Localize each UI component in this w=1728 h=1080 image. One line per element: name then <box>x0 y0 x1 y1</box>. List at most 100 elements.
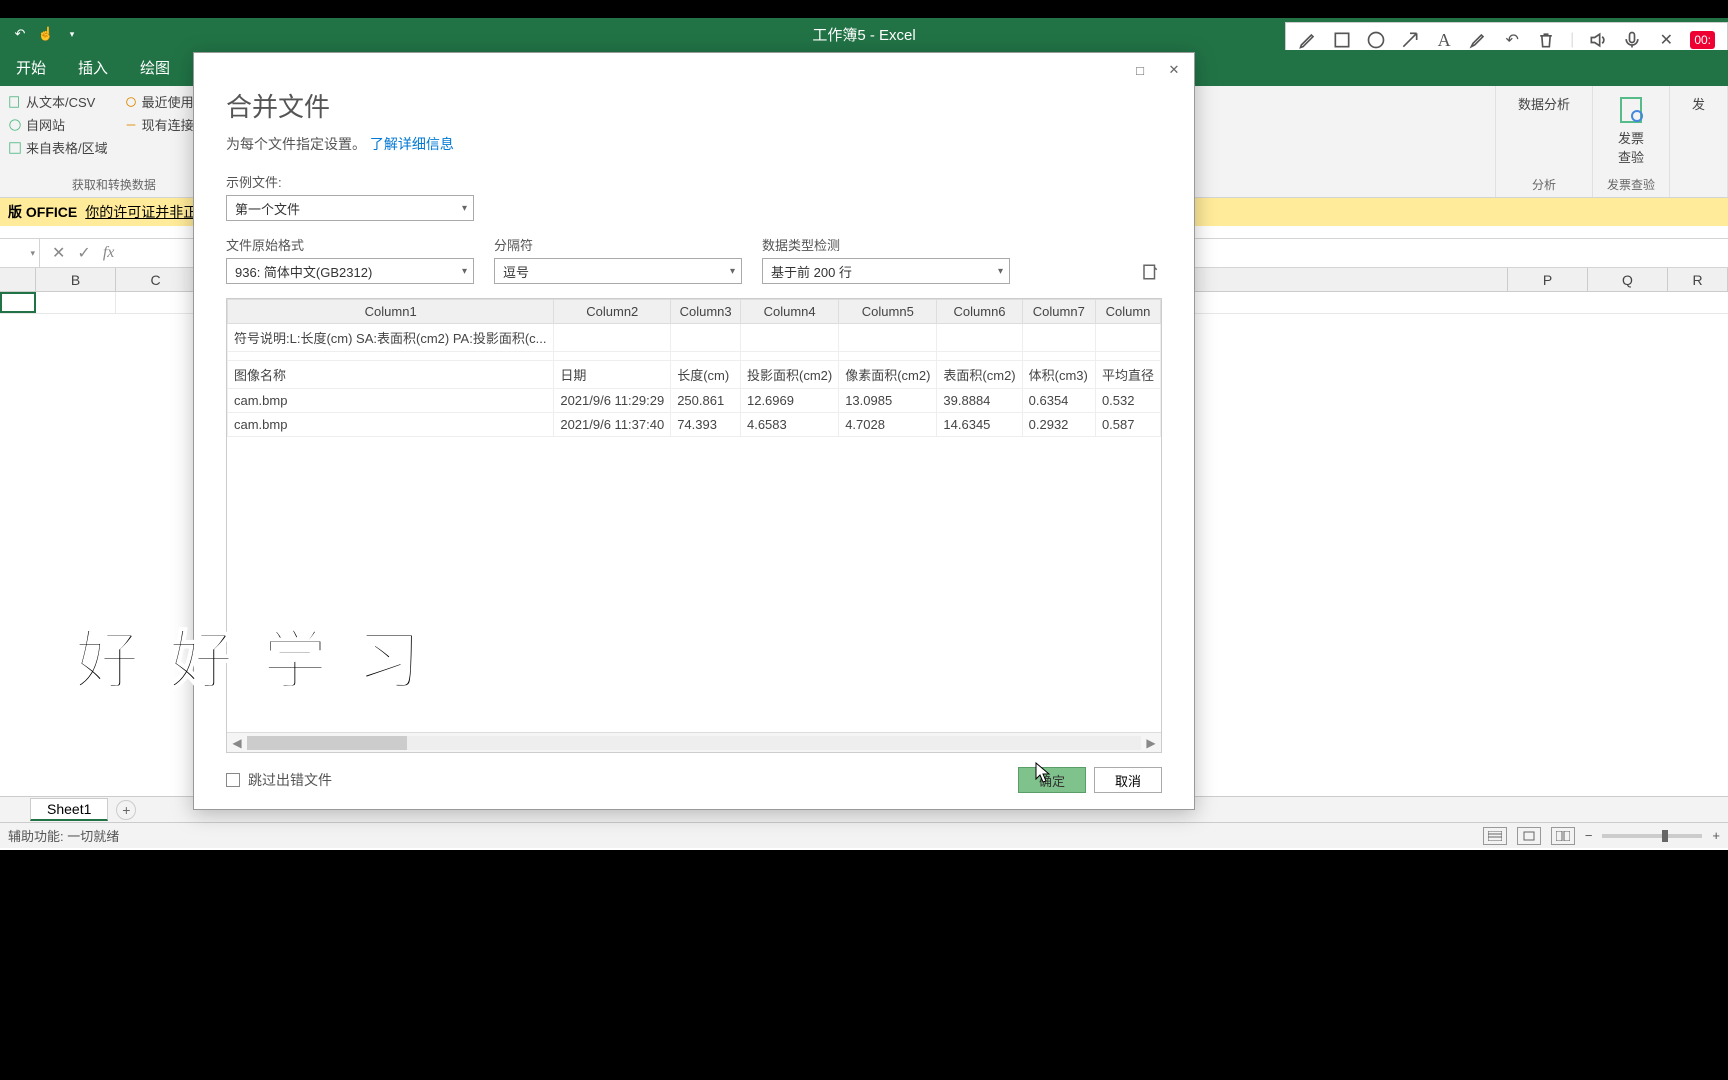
table-row[interactable]: cam.bmp2021/9/6 11:29:29250.86112.696913… <box>228 389 1161 413</box>
table-cell: 4.7028 <box>839 413 937 437</box>
tab-home[interactable]: 开始 <box>0 49 62 86</box>
text-icon[interactable]: A <box>1434 30 1454 50</box>
scroll-right-icon[interactable]: ▶ <box>1141 736 1161 750</box>
table-cell <box>1095 352 1160 361</box>
table-header[interactable]: Column5 <box>839 300 937 324</box>
col-header-b[interactable]: B <box>36 268 116 291</box>
table-cell: 12.6969 <box>740 389 838 413</box>
trash-icon[interactable] <box>1536 30 1556 50</box>
touch-icon[interactable]: ☝ <box>38 26 54 42</box>
zoom-slider[interactable] <box>1602 834 1702 838</box>
table-cell <box>740 324 838 352</box>
close-icon[interactable]: ✕ <box>1160 58 1188 82</box>
name-box[interactable] <box>0 239 40 267</box>
from-web[interactable]: 自网站 <box>8 113 108 136</box>
sheet-tab-1[interactable]: Sheet1 <box>30 798 108 821</box>
undo-rec-icon[interactable]: ↶ <box>1502 30 1522 50</box>
table-cell <box>554 352 671 361</box>
table-cell <box>671 324 741 352</box>
invoice-check-button[interactable]: 发票 查验 <box>1601 90 1661 170</box>
table-cell <box>937 324 1022 352</box>
ok-button[interactable]: 确定 <box>1018 767 1086 793</box>
sample-file-combo[interactable]: 第一个文件 <box>226 195 474 221</box>
horizontal-scrollbar[interactable]: ◀ ▶ <box>227 732 1161 752</box>
record-time-badge: 00: <box>1690 31 1715 49</box>
table-header[interactable]: Column7 <box>1022 300 1095 324</box>
col-header-q[interactable]: Q <box>1588 268 1668 291</box>
table-header[interactable]: Column <box>1095 300 1160 324</box>
table-cell: cam.bmp <box>228 413 554 437</box>
table-cell: 平均直径 <box>1095 361 1160 389</box>
col-header-c[interactable]: C <box>116 268 196 291</box>
encoding-combo[interactable]: 936: 简体中文(GB2312) <box>226 258 474 284</box>
from-table[interactable]: 来自表格/区域 <box>8 136 108 159</box>
cancel-fx-icon[interactable]: ✕ <box>52 243 65 263</box>
from-text-csv[interactable]: 从文本/CSV <box>8 90 108 113</box>
table-header[interactable]: Column1 <box>228 300 554 324</box>
maximize-icon[interactable]: □ <box>1126 58 1154 82</box>
table-cell: 2021/9/6 11:37:40 <box>554 413 671 437</box>
detect-combo[interactable]: 基于前 200 行 <box>762 258 1010 284</box>
table-header[interactable]: Column4 <box>740 300 838 324</box>
col-header-p[interactable]: P <box>1508 268 1588 291</box>
col-header-r[interactable]: R <box>1668 268 1728 291</box>
zoom-in-icon[interactable]: + <box>1712 828 1720 843</box>
pencil-icon[interactable] <box>1298 30 1318 50</box>
table-cell: 2021/9/6 11:29:29 <box>554 389 671 413</box>
speaker-icon[interactable] <box>1588 30 1608 50</box>
mic-icon[interactable] <box>1622 30 1642 50</box>
license-link[interactable]: 你的许可证并非正 <box>85 202 197 222</box>
skip-errors-label: 跳过出错文件 <box>248 770 332 790</box>
table-row[interactable] <box>228 352 1161 361</box>
active-cell[interactable] <box>0 292 36 313</box>
qat-dropdown-icon[interactable]: ▾ <box>64 26 80 42</box>
invoice-icon <box>1615 94 1647 126</box>
group-label-invoice: 发票查验 <box>1601 176 1661 193</box>
table-header[interactable]: Column2 <box>554 300 671 324</box>
table-cell: 74.393 <box>671 413 741 437</box>
circle-icon[interactable] <box>1366 30 1386 50</box>
zoom-out-icon[interactable]: − <box>1585 828 1593 843</box>
view-layout-icon[interactable] <box>1517 827 1541 845</box>
tab-draw[interactable]: 绘图 <box>124 49 186 86</box>
table-cell <box>1095 324 1160 352</box>
learn-more-link[interactable]: 了解详细信息 <box>370 136 454 152</box>
square-icon[interactable] <box>1332 30 1352 50</box>
close-rec-icon[interactable]: ✕ <box>1656 30 1676 50</box>
add-sheet-button[interactable]: + <box>116 800 136 820</box>
table-cell: 13.0985 <box>839 389 937 413</box>
fx-icon[interactable]: fx <box>103 244 115 262</box>
settings-icon[interactable] <box>1138 260 1162 284</box>
license-prefix: 版 OFFICE <box>8 202 77 222</box>
table-cell: 0.532 <box>1095 389 1160 413</box>
scroll-thumb[interactable] <box>247 736 407 750</box>
delimiter-combo[interactable]: 逗号 <box>494 258 742 284</box>
table-cell: 长度(cm) <box>671 361 741 389</box>
table-cell: 像素面积(cm2) <box>839 361 937 389</box>
scroll-left-icon[interactable]: ◀ <box>227 736 247 750</box>
undo-icon[interactable]: ↶ <box>12 26 28 42</box>
view-normal-icon[interactable] <box>1483 827 1507 845</box>
view-break-icon[interactable] <box>1551 827 1575 845</box>
group-label-analysis: 分析 <box>1504 176 1584 193</box>
skip-errors-checkbox[interactable] <box>226 773 240 787</box>
table-header[interactable]: Column6 <box>937 300 1022 324</box>
sample-file-label: 示例文件: <box>226 172 474 191</box>
table-cell <box>740 352 838 361</box>
table-cell: 日期 <box>554 361 671 389</box>
delimiter-label: 分隔符 <box>494 235 742 254</box>
highlighter-icon[interactable] <box>1468 30 1488 50</box>
tab-insert[interactable]: 插入 <box>62 49 124 86</box>
table-row[interactable]: 图像名称日期长度(cm)投影面积(cm2)像素面积(cm2)表面积(cm2)体积… <box>228 361 1161 389</box>
preview-table: Column1Column2Column3Column4Column5Colum… <box>226 298 1162 753</box>
cancel-button[interactable]: 取消 <box>1094 767 1162 793</box>
data-analysis-button[interactable]: 数据分析 <box>1504 90 1584 117</box>
arrow-icon[interactable] <box>1400 30 1420 50</box>
table-cell: 0.6354 <box>1022 389 1095 413</box>
table-header[interactable]: Column3 <box>671 300 741 324</box>
detect-label: 数据类型检测 <box>762 235 1010 254</box>
more-button[interactable]: 发 <box>1678 90 1719 117</box>
table-row[interactable]: cam.bmp2021/9/6 11:37:4074.3934.65834.70… <box>228 413 1161 437</box>
table-row[interactable]: 符号说明:L:长度(cm) SA:表面积(cm2) PA:投影面积(c... <box>228 324 1161 352</box>
accept-fx-icon[interactable]: ✓ <box>77 243 90 263</box>
